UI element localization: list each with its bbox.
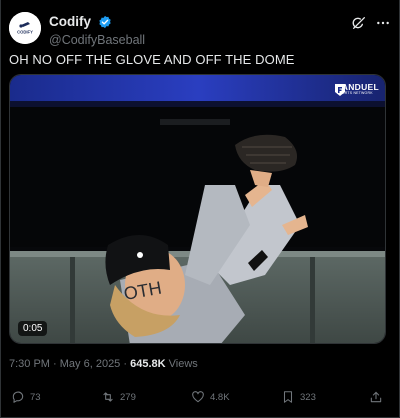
views-count: 645.8K <box>130 358 166 370</box>
share-icon <box>370 391 382 403</box>
share-button[interactable] <box>369 390 383 404</box>
codify-logo-icon: CODIFY <box>9 12 41 44</box>
avatar-text: CODIFY <box>17 30 33 35</box>
tweet-card: CODIFY Codify @CodifyBaseball OH NO OFF … <box>0 0 400 418</box>
meta-separator: · <box>53 358 57 370</box>
handle[interactable]: @CodifyBaseball <box>49 33 145 47</box>
tweet-meta: 7:30 PM · May 6, 2025 · 645.8K Views <box>9 358 198 370</box>
tweet-header: CODIFY Codify @CodifyBaseball <box>9 12 393 47</box>
repost-count: 279 <box>120 391 136 403</box>
views-label: Views <box>168 358 198 370</box>
repost-button[interactable]: 279 <box>101 390 136 404</box>
action-bar: 73 279 4.8K 323 <box>1 390 400 406</box>
display-name[interactable]: Codify <box>49 14 91 29</box>
meta-separator-2: · <box>123 358 128 370</box>
tweet-date[interactable]: May 6, 2025 <box>60 358 121 370</box>
bookmark-icon <box>283 391 293 403</box>
tweet-text: OH NO OFF THE GLOVE AND OFF THE DOME <box>9 52 295 67</box>
grok-icon[interactable] <box>351 15 367 31</box>
bookmark-count: 323 <box>300 391 316 403</box>
like-button[interactable]: 4.8K <box>191 390 230 404</box>
broadcast-logo: FANDUEL SPORTS NETWORK <box>334 83 379 96</box>
video-player[interactable]: OTH FANDUEL SPORTS NETWORK 0:05 <box>9 74 386 344</box>
video-frame: OTH <box>10 75 385 343</box>
like-count: 4.8K <box>210 391 230 403</box>
heart-icon <box>192 391 204 403</box>
reply-count: 73 <box>30 391 41 403</box>
video-duration: 0:05 <box>18 321 48 336</box>
bookmark-button[interactable]: 323 <box>281 390 316 404</box>
reply-icon <box>12 391 24 403</box>
name-block: Codify @CodifyBaseball <box>49 13 145 47</box>
avatar[interactable]: CODIFY <box>9 12 41 44</box>
fanduel-shield-icon <box>334 84 345 96</box>
verified-badge-icon <box>99 15 112 28</box>
reply-button[interactable]: 73 <box>11 390 41 404</box>
more-options-icon[interactable] <box>375 15 391 31</box>
repost-icon <box>103 392 113 402</box>
tweet-time[interactable]: 7:30 PM <box>9 358 50 370</box>
